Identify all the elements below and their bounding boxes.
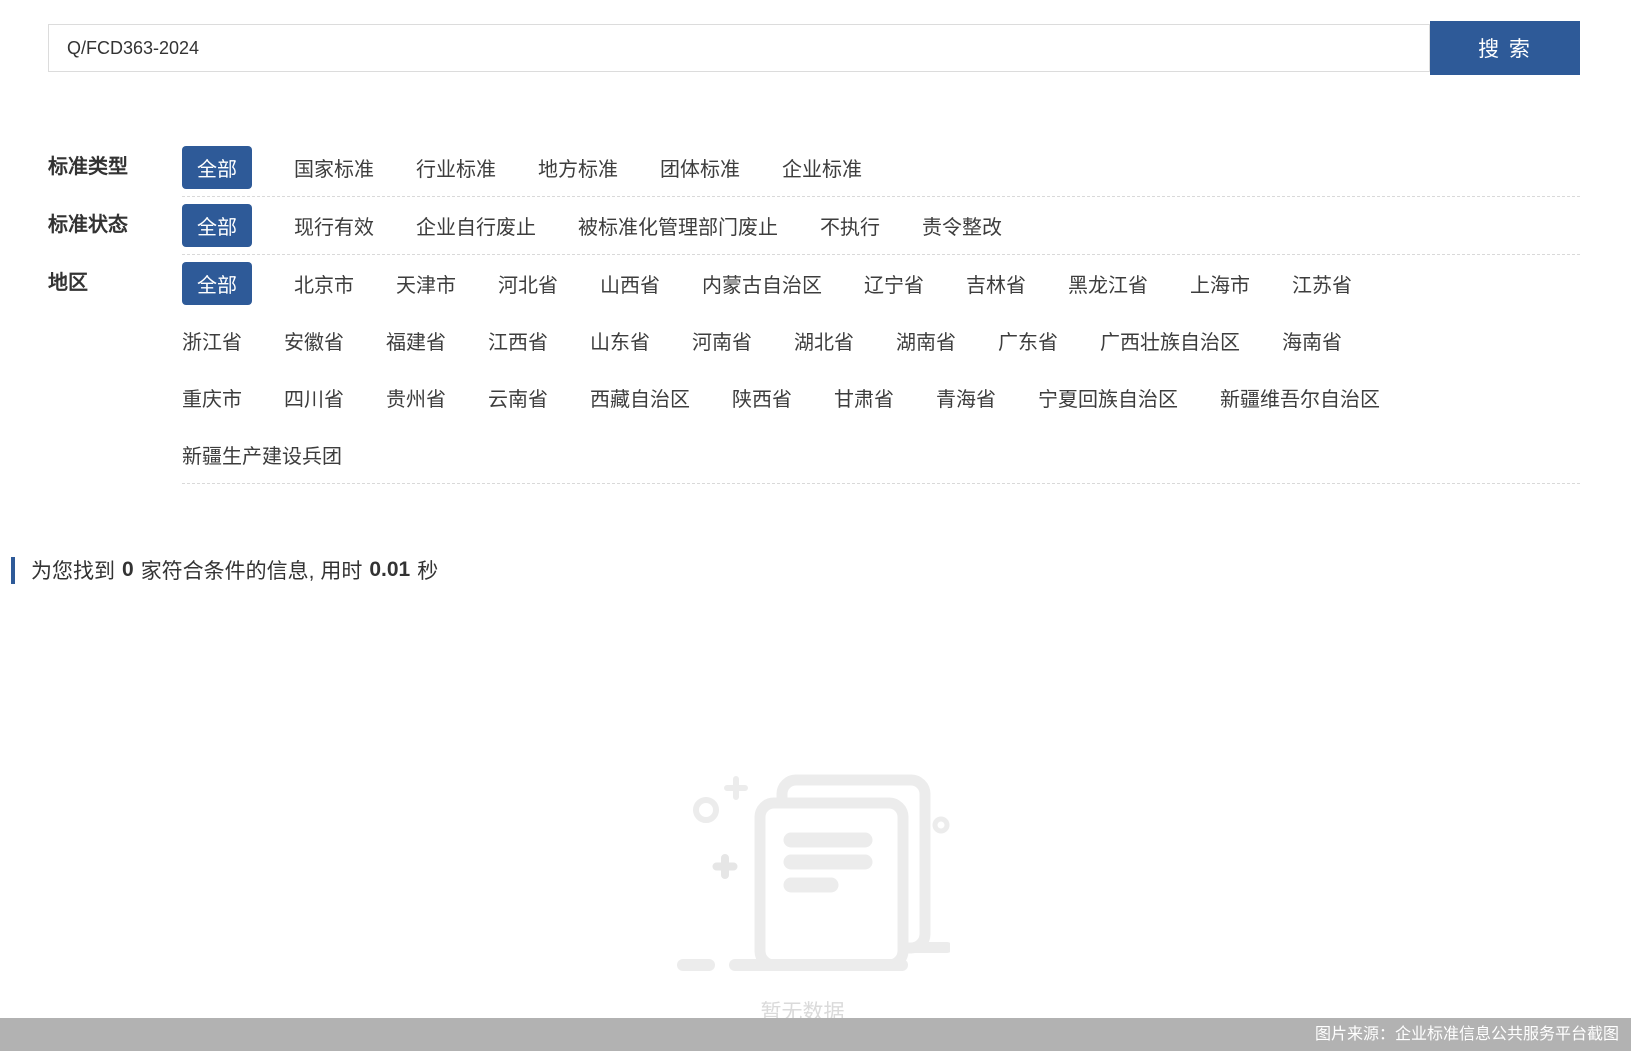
filter-options-standard-type: 全部 国家标准 行业标准 地方标准 团体标准 企业标准 [182, 139, 1580, 197]
result-time: 0.01 [369, 558, 410, 582]
filter-option-region[interactable]: 重庆市 [182, 383, 242, 412]
filter-option-standard-status[interactable]: 责令整改 [922, 211, 1002, 240]
option-line: 全部 国家标准 行业标准 地方标准 团体标准 企业标准 [182, 139, 1580, 196]
filter-option-region[interactable]: 吉林省 [966, 269, 1026, 298]
filter-option-region[interactable]: 内蒙古自治区 [702, 269, 822, 298]
filter-option-region[interactable]: 辽宁省 [864, 269, 924, 298]
search-input[interactable] [48, 24, 1430, 72]
filter-option-region[interactable]: 天津市 [396, 269, 456, 298]
result-text-suffix: 秒 [417, 555, 438, 585]
filter-option-standard-type[interactable]: 企业标准 [782, 153, 862, 182]
filter-row-standard-type: 标准类型全部 国家标准 行业标准 地方标准 团体标准 企业标准 [48, 139, 1580, 197]
filter-option-region[interactable]: 江西省 [488, 326, 548, 355]
filter-option-region[interactable]: 云南省 [488, 383, 548, 412]
result-count: 0 [122, 558, 134, 582]
filter-option-region[interactable]: 贵州省 [386, 383, 446, 412]
filter-option-standard-status[interactable]: 企业自行废止 [416, 211, 536, 240]
filter-options-standard-status: 全部 现行有效 企业自行废止 被标准化管理部门废止 不执行 责令整改 [182, 197, 1580, 255]
filter-option-standard-status[interactable]: 被标准化管理部门废止 [578, 211, 778, 240]
filter-option-region[interactable]: 西藏自治区 [590, 383, 690, 412]
filter-option-region[interactable]: 广东省 [998, 326, 1058, 355]
filter-option-region[interactable]: 陕西省 [732, 383, 792, 412]
filter-option-region[interactable]: 海南省 [1282, 326, 1342, 355]
filter-option-region[interactable]: 安徽省 [284, 326, 344, 355]
result-text-middle: 家符合条件的信息, 用时 [141, 555, 363, 585]
filter-option-region[interactable]: 湖北省 [794, 326, 854, 355]
filter-option-region[interactable]: 山西省 [600, 269, 660, 298]
empty-documents-icon [655, 728, 950, 973]
filter-option-standard-type[interactable]: 国家标准 [294, 153, 374, 182]
filter-option-region[interactable]: 新疆生产建设兵团 [182, 440, 342, 469]
filter-option-region[interactable]: 宁夏回族自治区 [1038, 383, 1178, 412]
filter-row-region: 地区全部 北京市 天津市 河北省 山西省 内蒙古自治区 辽宁省 吉林省 黑龙江省 上海市 江苏省浙江… [48, 255, 1580, 484]
filter-options-region: 全部 北京市 天津市 河北省 山西省 内蒙古自治区 辽宁省 吉林省 黑龙江省 上海市 江苏省浙江省 安… [182, 255, 1580, 484]
filter-option-region[interactable]: 河北省 [498, 269, 558, 298]
filter-option-region[interactable]: 福建省 [386, 326, 446, 355]
filter-row-standard-status: 标准状态全部 现行有效 企业自行废止 被标准化管理部门废止 不执行 责令整改 [48, 197, 1580, 255]
filter-option-region[interactable]: 浙江省 [182, 326, 242, 355]
filter-option-standard-status-selected[interactable]: 全部 [182, 204, 252, 247]
filter-option-region-selected[interactable]: 全部 [182, 262, 252, 305]
search-bar: 搜 索 [48, 21, 1580, 75]
filter-option-standard-type[interactable]: 行业标准 [416, 153, 496, 182]
option-line: 全部 现行有效 企业自行废止 被标准化管理部门废止 不执行 责令整改 [182, 197, 1580, 254]
filter-option-region[interactable]: 广西壮族自治区 [1100, 326, 1240, 355]
filter-option-region[interactable]: 江苏省 [1292, 269, 1352, 298]
filter-option-region[interactable]: 上海市 [1190, 269, 1250, 298]
filter-option-region[interactable]: 新疆维吾尔自治区 [1220, 383, 1380, 412]
filter-option-standard-status[interactable]: 现行有效 [294, 211, 374, 240]
search-button[interactable]: 搜 索 [1430, 21, 1580, 75]
filter-option-region[interactable]: 甘肃省 [834, 383, 894, 412]
option-line: 新疆生产建设兵团 [182, 426, 1580, 483]
filter-option-standard-type[interactable]: 团体标准 [660, 153, 740, 182]
filter-label-region: 地区 [48, 255, 182, 484]
filter-option-region[interactable]: 北京市 [294, 269, 354, 298]
filter-option-region[interactable]: 黑龙江省 [1068, 269, 1148, 298]
option-line: 全部 北京市 天津市 河北省 山西省 内蒙古自治区 辽宁省 吉林省 黑龙江省 上海市 江苏省 [182, 255, 1580, 312]
filter-option-standard-type-selected[interactable]: 全部 [182, 146, 252, 189]
accent-bar [11, 557, 15, 584]
watermark-bar: 图片来源：企业标准信息公共服务平台截图 [0, 1018, 1631, 1051]
filter-panel: 标准类型全部国家标准行业标准地方标准团体标准企业标准标准状态全部现行有效企业自行… [48, 139, 1580, 484]
filter-option-region[interactable]: 河南省 [692, 326, 752, 355]
filter-option-standard-status[interactable]: 不执行 [820, 211, 880, 240]
result-summary: 为您找到 0 家符合条件的信息, 用时 0.01 秒 [11, 555, 438, 585]
filter-option-region[interactable]: 四川省 [284, 383, 344, 412]
filter-option-region[interactable]: 青海省 [936, 383, 996, 412]
filter-option-region[interactable]: 山东省 [590, 326, 650, 355]
filter-option-region[interactable]: 湖南省 [896, 326, 956, 355]
option-line: 浙江省 安徽省 福建省 江西省 山东省 河南省 湖北省 湖南省 广东省 广西壮族自治区 海南省 [182, 312, 1580, 369]
empty-state: 暂无数据 [655, 728, 950, 978]
filter-option-standard-type[interactable]: 地方标准 [538, 153, 618, 182]
filter-label-standard-status: 标准状态 [48, 197, 182, 255]
result-text-prefix: 为您找到 [31, 555, 115, 585]
filter-label-standard-type: 标准类型 [48, 139, 182, 197]
option-line: 重庆市 四川省 贵州省 云南省 西藏自治区 陕西省 甘肃省 青海省 宁夏回族自治区 新疆维吾尔自治… [182, 369, 1580, 426]
